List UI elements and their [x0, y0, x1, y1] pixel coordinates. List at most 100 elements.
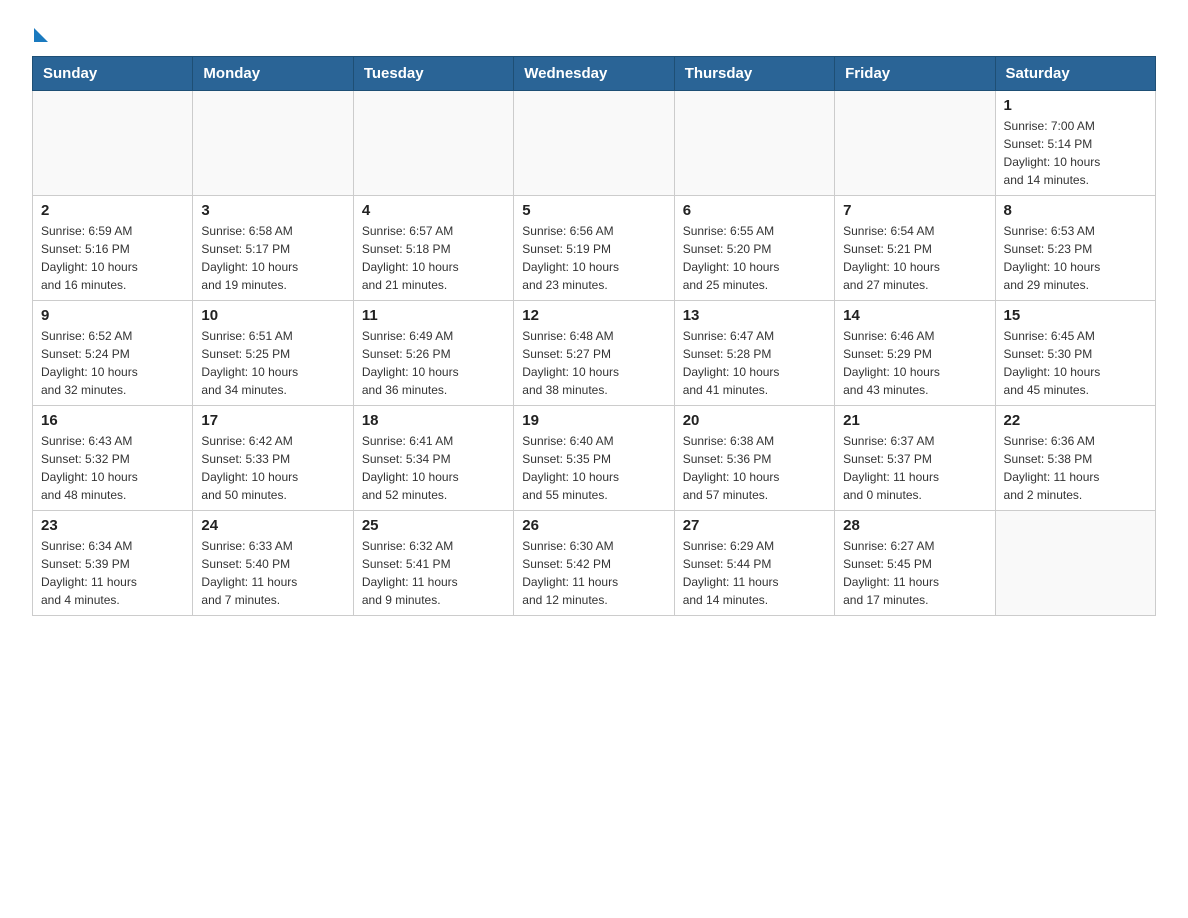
- calendar-cell: [193, 91, 353, 196]
- calendar-cell: 1 Sunrise: 7:00 AMSunset: 5:14 PMDaylight…: [995, 91, 1155, 196]
- day-info: Sunrise: 6:45 AMSunset: 5:30 PMDaylight:…: [1004, 327, 1147, 399]
- day-number: 12: [522, 307, 665, 324]
- week-row-4: 16 Sunrise: 6:43 AMSunset: 5:32 PMDayligh…: [33, 406, 1156, 511]
- day-number: 3: [201, 202, 344, 219]
- calendar-cell: 5 Sunrise: 6:56 AMSunset: 5:19 PMDaylight…: [514, 196, 674, 301]
- day-number: 19: [522, 412, 665, 429]
- calendar-cell: 9 Sunrise: 6:52 AMSunset: 5:24 PMDaylight…: [33, 301, 193, 406]
- calendar-cell: 28 Sunrise: 6:27 AMSunset: 5:45 PMDayligh…: [835, 511, 995, 616]
- calendar-cell: 27 Sunrise: 6:29 AMSunset: 5:44 PMDayligh…: [674, 511, 834, 616]
- calendar-cell: 14 Sunrise: 6:46 AMSunset: 5:29 PMDayligh…: [835, 301, 995, 406]
- day-number: 6: [683, 202, 826, 219]
- week-row-3: 9 Sunrise: 6:52 AMSunset: 5:24 PMDaylight…: [33, 301, 1156, 406]
- weekday-header-friday: Friday: [835, 57, 995, 91]
- calendar-cell: [674, 91, 834, 196]
- day-info: Sunrise: 7:00 AMSunset: 5:14 PMDaylight:…: [1004, 117, 1147, 189]
- day-number: 1: [1004, 97, 1147, 114]
- day-number: 27: [683, 517, 826, 534]
- day-number: 11: [362, 307, 505, 324]
- day-info: Sunrise: 6:33 AMSunset: 5:40 PMDaylight:…: [201, 537, 344, 609]
- day-info: Sunrise: 6:42 AMSunset: 5:33 PMDaylight:…: [201, 432, 344, 504]
- calendar-cell: 12 Sunrise: 6:48 AMSunset: 5:27 PMDayligh…: [514, 301, 674, 406]
- day-info: Sunrise: 6:48 AMSunset: 5:27 PMDaylight:…: [522, 327, 665, 399]
- calendar-cell: 26Sunrise: 6:30 AMSunset: 5:42 PMDayligh…: [514, 511, 674, 616]
- day-number: 5: [522, 202, 665, 219]
- calendar-cell: 21Sunrise: 6:37 AMSunset: 5:37 PMDayligh…: [835, 406, 995, 511]
- week-row-5: 23 Sunrise: 6:34 AMSunset: 5:39 PMDayligh…: [33, 511, 1156, 616]
- day-number: 14: [843, 307, 986, 324]
- day-info: Sunrise: 6:47 AMSunset: 5:28 PMDaylight:…: [683, 327, 826, 399]
- calendar-cell: 23 Sunrise: 6:34 AMSunset: 5:39 PMDayligh…: [33, 511, 193, 616]
- calendar-cell: 20 Sunrise: 6:38 AMSunset: 5:36 PMDayligh…: [674, 406, 834, 511]
- calendar-cell: 10 Sunrise: 6:51 AMSunset: 5:25 PMDayligh…: [193, 301, 353, 406]
- day-info: Sunrise: 6:29 AMSunset: 5:44 PMDaylight:…: [683, 537, 826, 609]
- day-info: Sunrise: 6:34 AMSunset: 5:39 PMDaylight:…: [41, 537, 184, 609]
- day-info: Sunrise: 6:46 AMSunset: 5:29 PMDaylight:…: [843, 327, 986, 399]
- day-number: 28: [843, 517, 986, 534]
- calendar-cell: 4 Sunrise: 6:57 AMSunset: 5:18 PMDaylight…: [353, 196, 513, 301]
- calendar-cell: 25 Sunrise: 6:32 AMSunset: 5:41 PMDayligh…: [353, 511, 513, 616]
- calendar-cell: 6 Sunrise: 6:55 AMSunset: 5:20 PMDaylight…: [674, 196, 834, 301]
- weekday-header-saturday: Saturday: [995, 57, 1155, 91]
- day-info: Sunrise: 6:58 AMSunset: 5:17 PMDaylight:…: [201, 222, 344, 294]
- calendar-cell: 7Sunrise: 6:54 AMSunset: 5:21 PMDaylight…: [835, 196, 995, 301]
- day-number: 25: [362, 517, 505, 534]
- logo: [32, 24, 48, 40]
- calendar-cell: 15 Sunrise: 6:45 AMSunset: 5:30 PMDayligh…: [995, 301, 1155, 406]
- day-info: Sunrise: 6:51 AMSunset: 5:25 PMDaylight:…: [201, 327, 344, 399]
- page-header: [32, 24, 1156, 40]
- calendar-cell: 19 Sunrise: 6:40 AMSunset: 5:35 PMDayligh…: [514, 406, 674, 511]
- day-number: 20: [683, 412, 826, 429]
- day-info: Sunrise: 6:57 AMSunset: 5:18 PMDaylight:…: [362, 222, 505, 294]
- weekday-header-monday: Monday: [193, 57, 353, 91]
- day-info: Sunrise: 6:32 AMSunset: 5:41 PMDaylight:…: [362, 537, 505, 609]
- day-info: Sunrise: 6:55 AMSunset: 5:20 PMDaylight:…: [683, 222, 826, 294]
- day-number: 24: [201, 517, 344, 534]
- day-number: 7: [843, 202, 986, 219]
- weekday-header-sunday: Sunday: [33, 57, 193, 91]
- calendar-cell: 24 Sunrise: 6:33 AMSunset: 5:40 PMDayligh…: [193, 511, 353, 616]
- weekday-header-thursday: Thursday: [674, 57, 834, 91]
- day-number: 9: [41, 307, 184, 324]
- calendar-cell: 18 Sunrise: 6:41 AMSunset: 5:34 PMDayligh…: [353, 406, 513, 511]
- day-number: 8: [1004, 202, 1147, 219]
- calendar-cell: 8 Sunrise: 6:53 AMSunset: 5:23 PMDaylight…: [995, 196, 1155, 301]
- weekday-header-wednesday: Wednesday: [514, 57, 674, 91]
- calendar-cell: [835, 91, 995, 196]
- calendar-cell: 13 Sunrise: 6:47 AMSunset: 5:28 PMDayligh…: [674, 301, 834, 406]
- calendar-cell: [514, 91, 674, 196]
- calendar-cell: 22 Sunrise: 6:36 AMSunset: 5:38 PMDayligh…: [995, 406, 1155, 511]
- day-info: Sunrise: 6:43 AMSunset: 5:32 PMDaylight:…: [41, 432, 184, 504]
- day-number: 15: [1004, 307, 1147, 324]
- day-number: 10: [201, 307, 344, 324]
- calendar-cell: [33, 91, 193, 196]
- weekday-header-row: SundayMondayTuesdayWednesdayThursdayFrid…: [33, 57, 1156, 91]
- calendar-table: SundayMondayTuesdayWednesdayThursdayFrid…: [32, 56, 1156, 616]
- day-number: 2: [41, 202, 184, 219]
- day-info: Sunrise: 6:59 AMSunset: 5:16 PMDaylight:…: [41, 222, 184, 294]
- calendar-cell: 2 Sunrise: 6:59 AMSunset: 5:16 PMDaylight…: [33, 196, 193, 301]
- day-info: Sunrise: 6:36 AMSunset: 5:38 PMDaylight:…: [1004, 432, 1147, 504]
- day-number: 22: [1004, 412, 1147, 429]
- day-number: 26: [522, 517, 665, 534]
- day-info: Sunrise: 6:27 AMSunset: 5:45 PMDaylight:…: [843, 537, 986, 609]
- day-info: Sunrise: 6:37 AMSunset: 5:37 PMDaylight:…: [843, 432, 986, 504]
- day-number: 4: [362, 202, 505, 219]
- calendar-cell: 16 Sunrise: 6:43 AMSunset: 5:32 PMDayligh…: [33, 406, 193, 511]
- week-row-1: 1 Sunrise: 7:00 AMSunset: 5:14 PMDaylight…: [33, 91, 1156, 196]
- day-number: 13: [683, 307, 826, 324]
- day-info: Sunrise: 6:41 AMSunset: 5:34 PMDaylight:…: [362, 432, 505, 504]
- day-info: Sunrise: 6:40 AMSunset: 5:35 PMDaylight:…: [522, 432, 665, 504]
- day-number: 23: [41, 517, 184, 534]
- day-info: Sunrise: 6:52 AMSunset: 5:24 PMDaylight:…: [41, 327, 184, 399]
- day-number: 16: [41, 412, 184, 429]
- day-number: 18: [362, 412, 505, 429]
- calendar-cell: 11 Sunrise: 6:49 AMSunset: 5:26 PMDayligh…: [353, 301, 513, 406]
- day-info: Sunrise: 6:38 AMSunset: 5:36 PMDaylight:…: [683, 432, 826, 504]
- calendar-cell: 17Sunrise: 6:42 AMSunset: 5:33 PMDayligh…: [193, 406, 353, 511]
- day-info: Sunrise: 6:49 AMSunset: 5:26 PMDaylight:…: [362, 327, 505, 399]
- weekday-header-tuesday: Tuesday: [353, 57, 513, 91]
- day-info: Sunrise: 6:53 AMSunset: 5:23 PMDaylight:…: [1004, 222, 1147, 294]
- day-info: Sunrise: 6:56 AMSunset: 5:19 PMDaylight:…: [522, 222, 665, 294]
- calendar-cell: 3 Sunrise: 6:58 AMSunset: 5:17 PMDaylight…: [193, 196, 353, 301]
